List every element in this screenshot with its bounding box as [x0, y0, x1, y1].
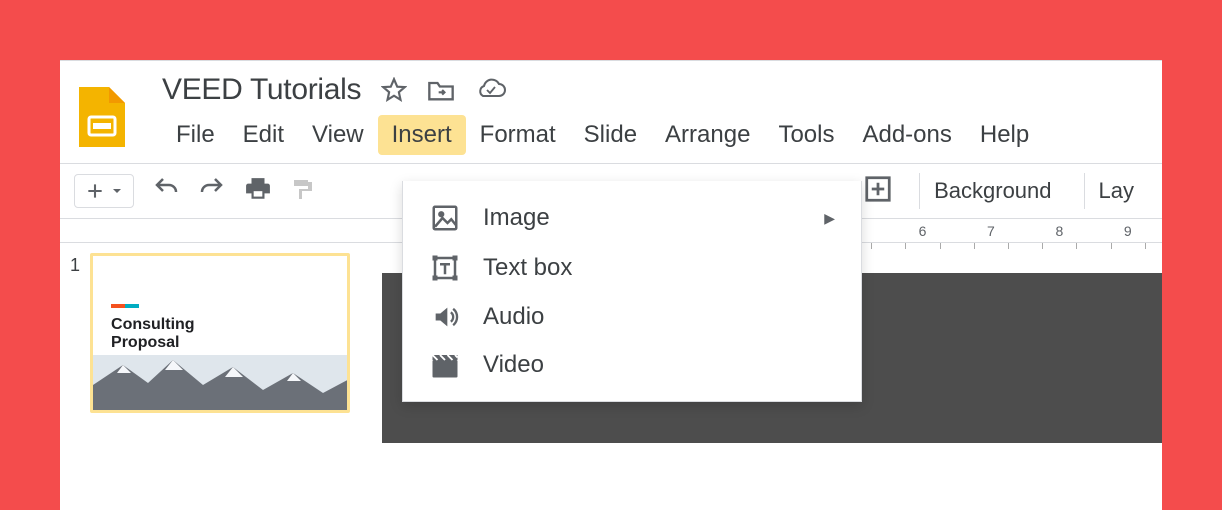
undo-button[interactable] — [152, 177, 180, 206]
insert-dropdown: Image ▶ Text box Audio Video — [402, 181, 862, 402]
redo-button[interactable] — [198, 177, 226, 206]
insert-textbox-item[interactable]: Text box — [403, 243, 861, 293]
slide-thumbnail[interactable]: Consulting Proposal Lorem ipsum dolor si… — [90, 253, 350, 413]
insert-textbox-label: Text box — [483, 254, 572, 282]
paint-format-button[interactable] — [290, 176, 314, 207]
insert-video-label: Video — [483, 351, 544, 379]
menu-edit[interactable]: Edit — [229, 115, 298, 155]
cloud-saved-icon[interactable] — [475, 78, 507, 102]
menu-arrange[interactable]: Arrange — [651, 115, 764, 155]
menu-file[interactable]: File — [162, 115, 229, 155]
new-slide-button[interactable] — [74, 174, 134, 208]
move-to-folder-icon[interactable] — [427, 78, 455, 102]
thumb-title-line1: Consulting — [111, 316, 195, 334]
menu-help[interactable]: Help — [966, 115, 1043, 155]
slide-filmstrip: 1 Consulting Proposal Lorem ipsum dolor … — [60, 243, 382, 443]
menu-addons[interactable]: Add-ons — [848, 115, 965, 155]
ruler-tick: 9 — [1094, 223, 1162, 239]
video-icon — [429, 352, 461, 378]
title-area: VEED Tutorials File Edit View Insert For… — [130, 71, 1043, 155]
audio-icon — [429, 303, 461, 331]
insert-audio-label: Audio — [483, 303, 544, 331]
document-title[interactable]: VEED Tutorials — [162, 73, 361, 107]
insert-audio-item[interactable]: Audio — [403, 293, 861, 341]
ruler-tick: 7 — [957, 223, 1025, 239]
menu-slide[interactable]: Slide — [570, 115, 651, 155]
menu-format[interactable]: Format — [466, 115, 570, 155]
google-slides-app: VEED Tutorials File Edit View Insert For… — [60, 60, 1162, 510]
thumb-accent — [111, 304, 139, 308]
ruler-tick: 8 — [1025, 223, 1093, 239]
menu-view[interactable]: View — [298, 115, 378, 155]
image-icon — [429, 203, 461, 233]
header: VEED Tutorials File Edit View Insert For… — [60, 61, 1162, 155]
submenu-arrow-icon: ▶ — [824, 210, 835, 227]
thumb-mountain-image — [93, 355, 350, 410]
background-button[interactable]: Background — [919, 173, 1065, 209]
print-button[interactable] — [244, 176, 272, 207]
insert-video-item[interactable]: Video — [403, 341, 861, 389]
insert-image-label: Image — [483, 204, 550, 232]
slide-number: 1 — [70, 253, 80, 443]
slides-logo[interactable] — [74, 89, 130, 145]
menu-tools[interactable]: Tools — [764, 115, 848, 155]
menu-insert[interactable]: Insert — [378, 115, 466, 155]
new-textbox-icon[interactable] — [863, 174, 901, 209]
thumb-title-line2: Proposal — [111, 334, 179, 352]
ruler-tick: 6 — [888, 223, 956, 239]
textbox-icon — [429, 253, 461, 283]
insert-image-item[interactable]: Image ▶ — [403, 193, 861, 243]
star-icon[interactable] — [381, 77, 407, 103]
menubar: File Edit View Insert Format Slide Arran… — [162, 115, 1043, 155]
layout-button[interactable]: Lay — [1084, 173, 1148, 209]
